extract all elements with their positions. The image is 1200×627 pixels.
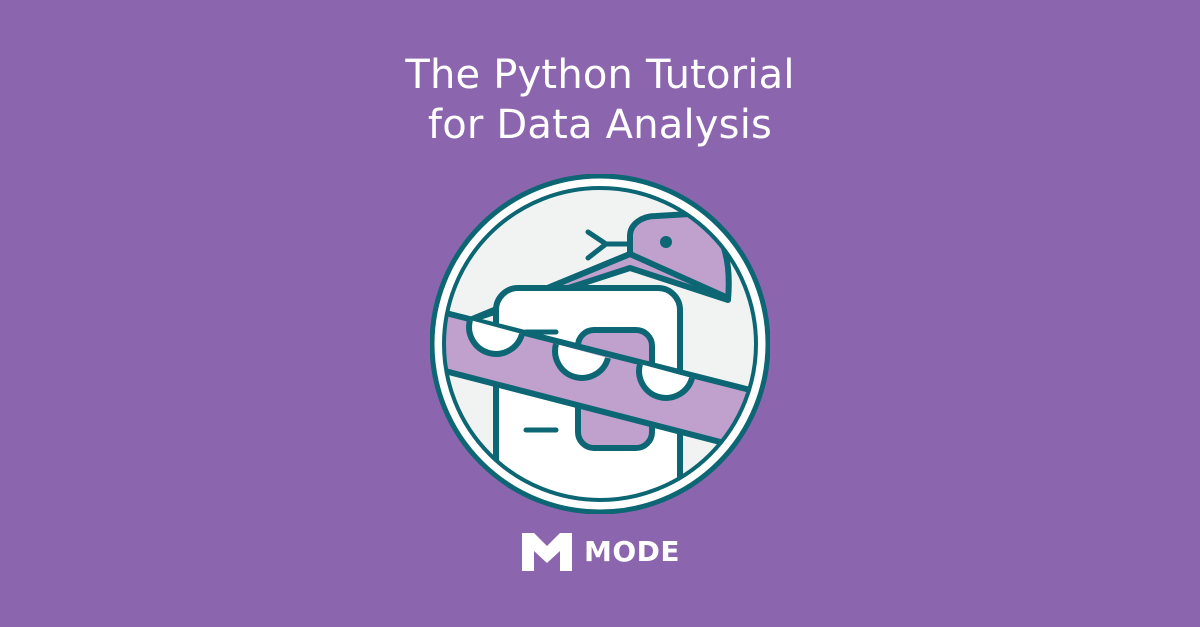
banner: The Python Tutorial for Data Analysis MO… xyxy=(0,0,1200,627)
brand-name: MODE xyxy=(584,535,681,568)
title-line-2: for Data Analysis xyxy=(427,102,773,148)
title-line-1: The Python Tutorial xyxy=(405,52,795,98)
mode-brand-logo: MODE xyxy=(520,529,680,575)
page-title: The Python Tutorial for Data Analysis xyxy=(0,50,1200,150)
mode-m-logo-icon xyxy=(522,533,572,571)
python-conveyor-illustration xyxy=(430,174,770,514)
